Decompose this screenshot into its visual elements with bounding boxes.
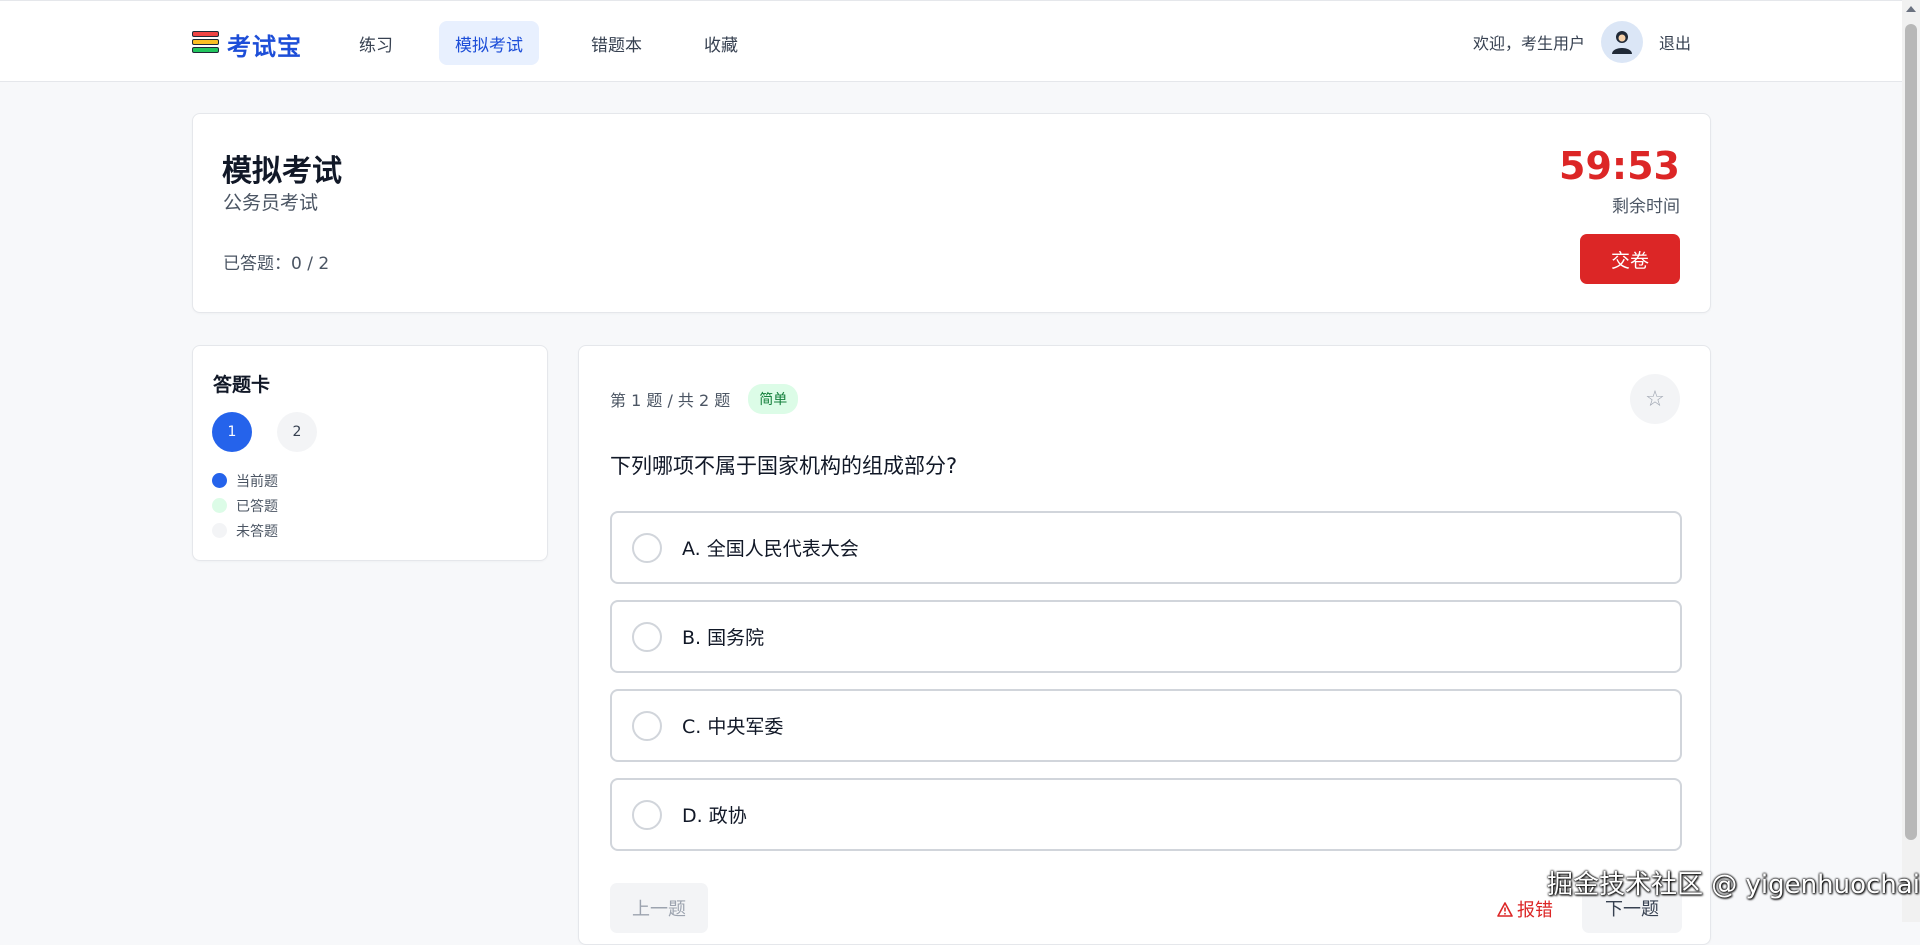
difficulty-badge: 简单	[748, 384, 799, 414]
option-c[interactable]: C. 中央军委	[610, 689, 1682, 762]
countdown-timer: 59:53	[1559, 144, 1680, 188]
question-text: 下列哪项不属于国家机构的组成部分?	[610, 454, 958, 478]
legend-dot	[212, 498, 227, 513]
top-header: 考试宝 练习 模拟考试 错题本 收藏 欢迎，考生用户 退出	[0, 0, 1902, 82]
legend-item-unanswered: 未答题	[212, 521, 278, 540]
radio-circle[interactable]	[632, 532, 662, 563]
legend-item-answered: 已答题	[212, 496, 278, 515]
answer-sheet-card: 答题卡 1 2 当前题 已答题 未答题	[192, 345, 548, 561]
scroll-up-icon[interactable]	[1906, 6, 1916, 12]
nav-item-practice[interactable]: 练习	[343, 21, 409, 65]
timer-label: 剩余时间	[1612, 197, 1680, 217]
option-label: C. 中央军委	[682, 716, 784, 738]
user-avatar-icon[interactable]	[1600, 21, 1643, 63]
option-label: D. 政协	[682, 805, 747, 827]
nav-item-mock-exam[interactable]: 模拟考试	[439, 21, 539, 65]
legend-item-current: 当前题	[212, 471, 278, 490]
nav-item-favorites[interactable]: 收藏	[688, 21, 754, 65]
exam-title: 模拟考试	[222, 154, 342, 189]
main-nav: 练习 模拟考试 错题本 收藏	[343, 21, 754, 65]
answer-sheet-title: 答题卡	[213, 374, 271, 396]
warning-icon	[1497, 901, 1513, 917]
radio-circle[interactable]	[632, 799, 662, 830]
favorite-button[interactable]: ☆	[1630, 374, 1680, 424]
scrollbar-thumb[interactable]	[1905, 24, 1917, 840]
legend-dot	[212, 523, 227, 538]
option-d[interactable]: D. 政协	[610, 778, 1682, 851]
exam-info-card: 模拟考试 公务员考试 已答题：0 / 2 59:53 剩余时间 交卷	[192, 113, 1711, 313]
previous-question-button[interactable]: 上一题	[610, 883, 708, 933]
options-list: A. 全国人民代表大会 B. 国务院 C. 中央军委 D. 政协	[610, 511, 1682, 851]
option-b[interactable]: B. 国务院	[610, 600, 1682, 673]
logout-link[interactable]: 退出	[1659, 30, 1691, 54]
question-card: 第 1 题 / 共 2 题 简单 ☆ 下列哪项不属于国家机构的组成部分? A. …	[578, 345, 1711, 945]
star-icon: ☆	[1645, 386, 1665, 412]
legend-label: 未答题	[236, 523, 278, 540]
user-area: 欢迎，考生用户 退出	[1473, 21, 1691, 63]
brand[interactable]: 考试宝	[192, 27, 302, 62]
watermark-text: 掘金技术社区 @ yigenhuochai	[1547, 870, 1920, 900]
question-number[interactable]: 2	[277, 412, 317, 452]
answer-sheet-legend: 当前题 已答题 未答题	[212, 471, 278, 540]
question-counter: 第 1 题 / 共 2 题	[610, 391, 731, 410]
legend-label: 已答题	[236, 498, 278, 515]
option-label: A. 全国人民代表大会	[682, 538, 859, 560]
question-meta: 第 1 题 / 共 2 题 简单	[610, 384, 799, 414]
radio-circle[interactable]	[632, 621, 662, 652]
brand-name: 考试宝	[227, 33, 302, 61]
report-error-link[interactable]: 报错	[1497, 896, 1553, 922]
answered-progress: 已答题：0 / 2	[223, 254, 330, 274]
exam-subtitle: 公务员考试	[223, 192, 319, 214]
books-logo-icon	[192, 30, 219, 59]
radio-circle[interactable]	[632, 710, 662, 741]
welcome-text: 欢迎，考生用户	[1472, 34, 1585, 53]
nav-item-wrong-questions[interactable]: 错题本	[575, 21, 658, 65]
option-a[interactable]: A. 全国人民代表大会	[610, 511, 1682, 584]
legend-dot	[212, 473, 227, 488]
question-number-list: 1 2	[212, 412, 317, 452]
legend-label: 当前题	[236, 473, 278, 490]
question-number-current[interactable]: 1	[212, 412, 252, 452]
submit-exam-button[interactable]: 交卷	[1580, 234, 1680, 284]
option-label: B. 国务院	[682, 627, 765, 649]
